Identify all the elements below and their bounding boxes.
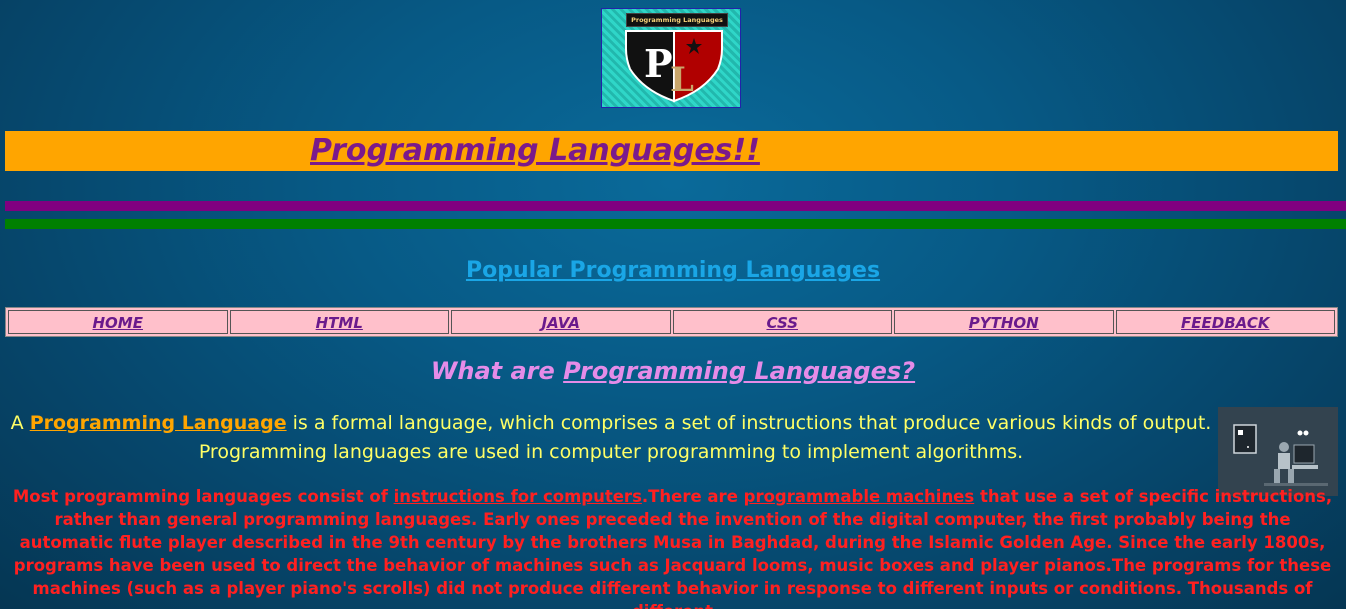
programming-language-link[interactable]: Programming Language: [30, 412, 287, 434]
section-question: What are Programming Languages?: [0, 357, 1346, 385]
nav-link-home[interactable]: HOME: [93, 314, 143, 332]
question-prefix: What are: [430, 357, 564, 385]
nav-link-python[interactable]: PYTHON: [969, 314, 1039, 332]
question-link[interactable]: Programming Languages?: [563, 357, 915, 385]
instructions-link[interactable]: instructions for computers: [394, 487, 642, 506]
section-subtitle: Popular Programming Languages: [465, 258, 881, 283]
page-title: Programming Languages!!: [310, 133, 760, 168]
nav-cell-feedback: FEEDBACK: [1115, 310, 1335, 334]
programmable-machines-link[interactable]: programmable machines: [744, 487, 975, 506]
nav-link-feedback[interactable]: FEEDBACK: [1181, 314, 1269, 332]
programmer-at-computer-icon: [1218, 407, 1338, 496]
detail-part1: Most programming languages consist of: [12, 487, 394, 506]
nav-cell-css: CSS: [672, 310, 892, 334]
nav-cell-home: HOME: [8, 310, 228, 334]
svg-text:L: L: [670, 60, 694, 100]
site-logo: Programming Languages P L: [601, 8, 741, 108]
intro-paragraph: A Programming Language is a formal langu…: [0, 409, 1222, 467]
detail-paragraph: Most programming languages consist of in…: [10, 485, 1335, 609]
detail-part2: .There are: [641, 487, 744, 506]
nav-cell-python: PYTHON: [894, 310, 1114, 334]
title-banner: Programming Languages!!: [5, 131, 1338, 171]
logo-banner-text: Programming Languages: [626, 13, 728, 27]
intro-prefix: A: [10, 412, 30, 434]
shield-icon: P L: [625, 30, 723, 103]
nav-link-css[interactable]: CSS: [766, 314, 798, 332]
nav-cell-html: HTML: [229, 310, 449, 334]
nav-cell-java: JAVA: [451, 310, 671, 334]
programmer-image: [1218, 407, 1338, 496]
svg-text:P: P: [644, 41, 673, 86]
nav-link-html[interactable]: HTML: [316, 314, 363, 332]
nav-link-java[interactable]: JAVA: [542, 314, 580, 332]
intro-rest: is a formal language, which comprises a …: [198, 412, 1212, 463]
nav-menu: HOME HTML JAVA CSS PYTHON FEEDBACK: [5, 307, 1338, 337]
divider-green: [5, 219, 1346, 229]
divider-purple: [5, 201, 1346, 211]
